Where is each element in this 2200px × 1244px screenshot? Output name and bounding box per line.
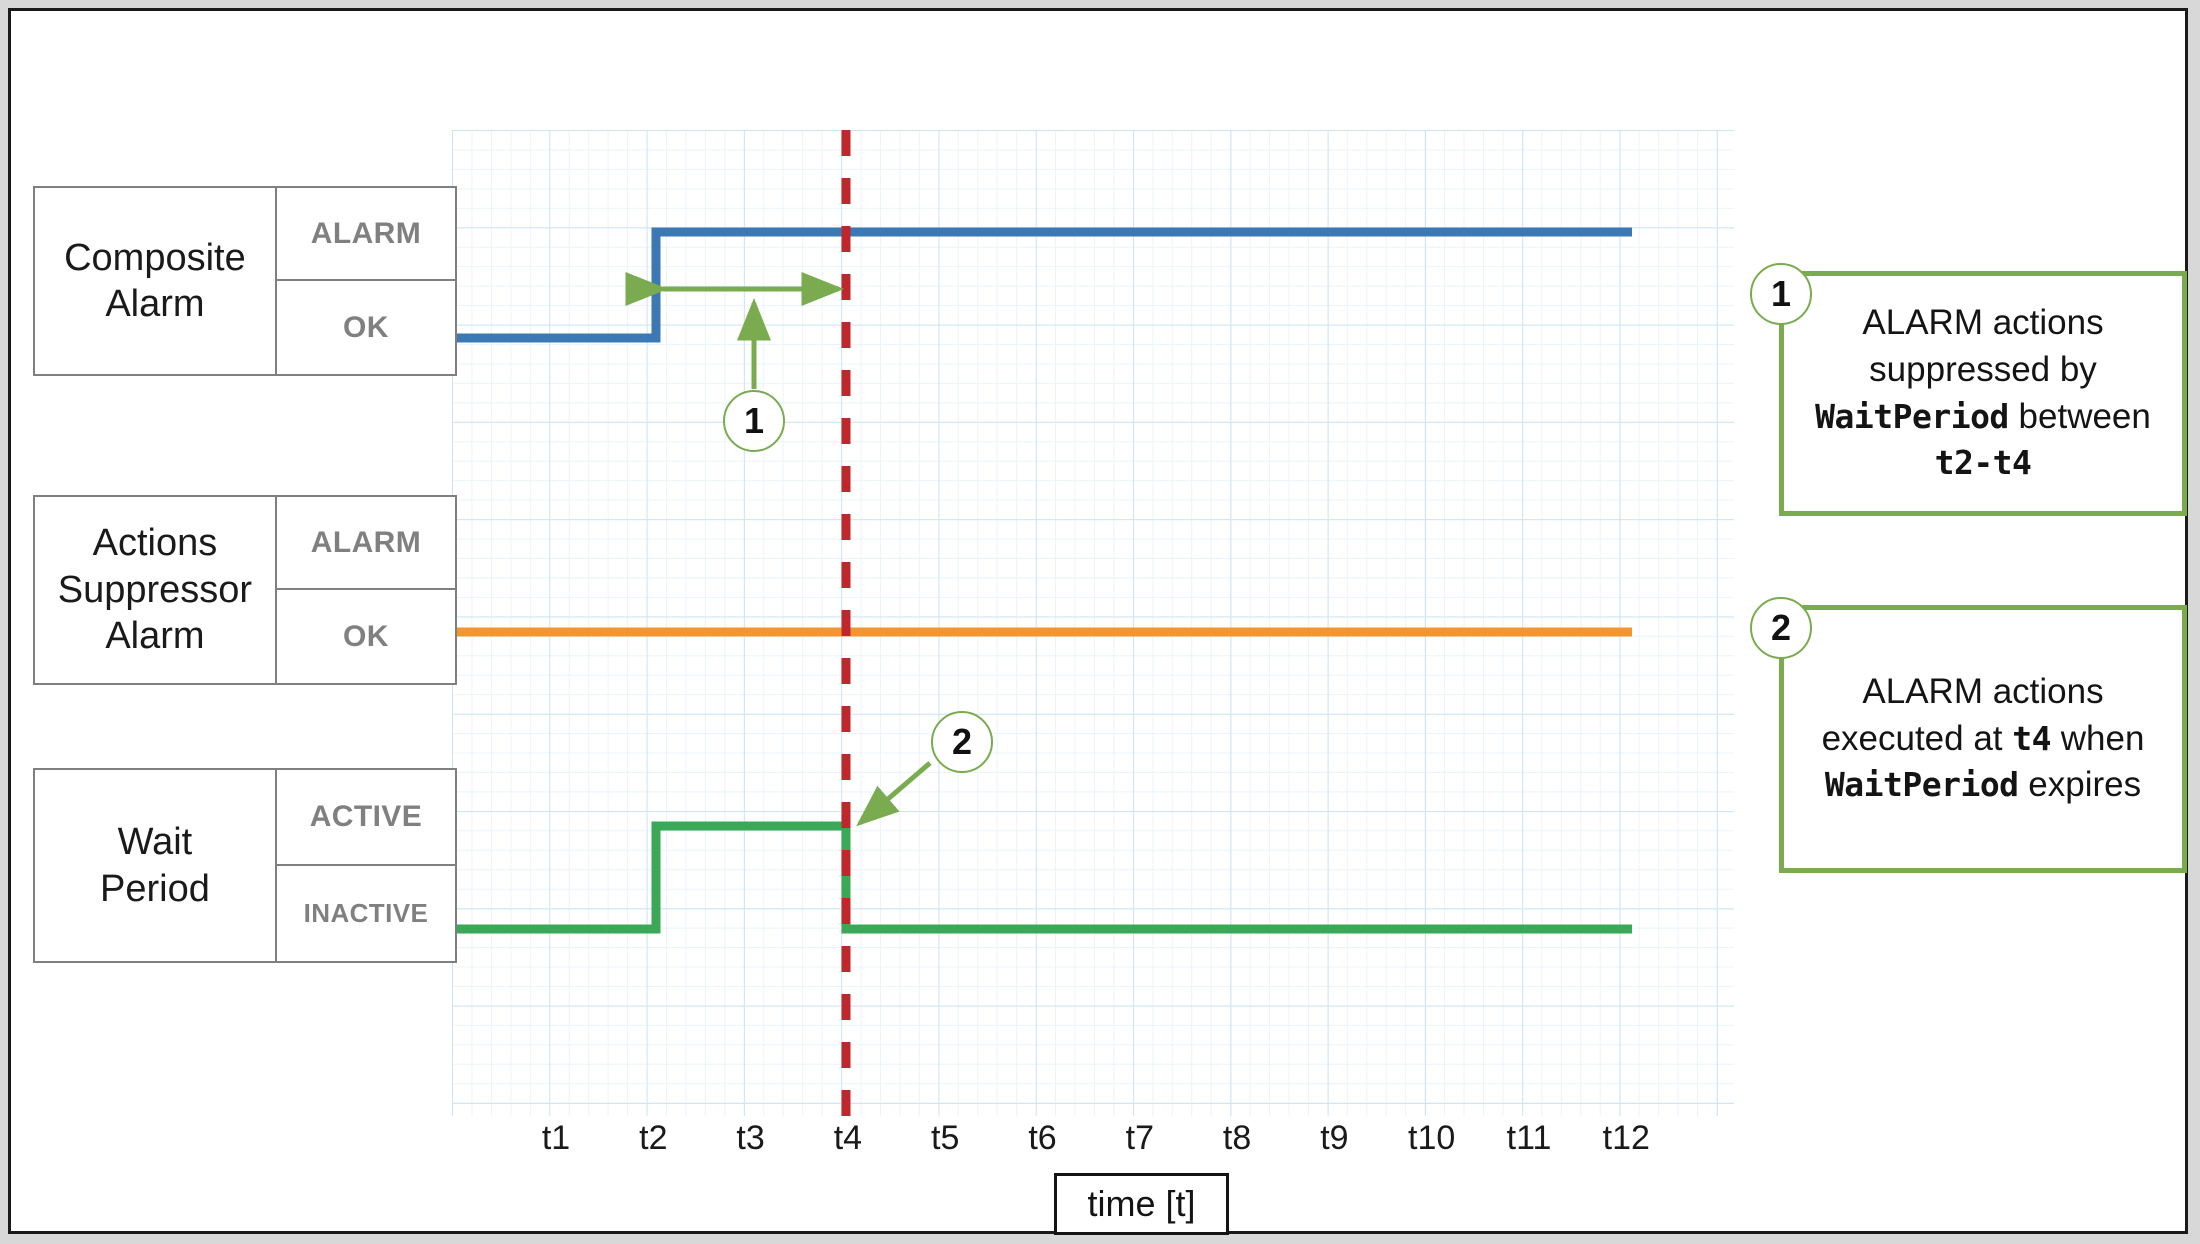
- wait-period-name-line1: Wait: [117, 821, 193, 864]
- composite-alarm-name-line2: Alarm: [105, 283, 205, 325]
- wait-period-states: ACTIVE INACTIVE: [276, 770, 455, 961]
- callout-code-token: t4: [2012, 718, 2052, 758]
- plot-badge-1: 1: [723, 390, 785, 452]
- callout-plain-token: ALARM actions suppressed by: [1862, 302, 2104, 389]
- diagram-frame: Composite Alarm ALARM OK Actions Suppres…: [8, 8, 2188, 1235]
- x-tick-t7: t7: [1125, 1119, 1154, 1157]
- callout-code-token: WaitPeriod: [1824, 765, 2019, 805]
- callout-2-badge: 2: [1750, 597, 1812, 659]
- callout-plain-token: between: [2008, 396, 2151, 436]
- x-tick-t6: t6: [1028, 1119, 1057, 1157]
- callout-2-text: ALARM actions executed at t4 when WaitPe…: [1804, 669, 2162, 810]
- suppressor-state-ok: OK: [343, 619, 389, 653]
- composite-alarm-states: ALARM OK: [276, 188, 455, 374]
- suppressor-name-line1: Actions: [92, 522, 218, 565]
- callout-plain-token: expires: [2018, 765, 2142, 805]
- x-tick-t12: t12: [1602, 1119, 1650, 1157]
- x-tick-t3: t3: [736, 1119, 765, 1157]
- plot-badge-2: 2: [931, 711, 993, 773]
- x-tick-t10: t10: [1408, 1119, 1456, 1157]
- row-label-wait-period: Wait Period ACTIVE INACTIVE: [33, 768, 457, 963]
- wait-period-state-inactive: INACTIVE: [303, 897, 429, 928]
- callout-1-box: ALARM actions suppressed by WaitPeriod b…: [1779, 271, 2187, 516]
- callout-1-text: ALARM actions suppressed by WaitPeriod b…: [1804, 300, 2162, 488]
- suppressor-name-line2: Suppressor: [57, 568, 253, 611]
- x-axis-title-box: time [t]: [1054, 1173, 1229, 1235]
- callout-1-badge: 1: [1750, 263, 1812, 325]
- callout-plain-token: when: [2051, 718, 2145, 758]
- x-tick-t11: t11: [1506, 1119, 1552, 1157]
- composite-alarm-state-alarm: ALARM: [276, 188, 455, 281]
- composite-alarm-name-line1: Composite: [64, 236, 246, 279]
- x-tick-t2: t2: [639, 1119, 668, 1157]
- actions-suppressor-alarm-states: ALARM OK: [276, 497, 455, 683]
- callout-2-box: ALARM actions executed at t4 when WaitPe…: [1779, 605, 2187, 873]
- callout-code-token: WaitPeriod: [1815, 396, 2009, 436]
- composite-alarm-state-ok: OK: [343, 310, 389, 344]
- row-label-actions-suppressor-alarm: Actions Suppressor Alarm ALARM OK: [33, 495, 457, 685]
- x-tick-t9: t9: [1320, 1119, 1349, 1157]
- x-tick-t4: t4: [833, 1119, 863, 1157]
- diagram-canvas: Composite Alarm ALARM OK Actions Suppres…: [11, 11, 2187, 1235]
- wait-period-name-line2: Period: [100, 867, 210, 910]
- wait-period-state-active: ACTIVE: [276, 770, 455, 866]
- callout-code-token: t2-t4: [1934, 443, 2032, 483]
- x-tick-t8: t8: [1222, 1119, 1252, 1157]
- suppressor-name-line3: Alarm: [105, 615, 205, 658]
- row-label-wait-period-name: Wait Period: [35, 770, 277, 961]
- row-label-composite-alarm-name: Composite Alarm: [35, 188, 277, 374]
- row-label-actions-suppressor-alarm-name: Actions Suppressor Alarm: [35, 497, 277, 683]
- row-label-composite-alarm: Composite Alarm ALARM OK: [33, 186, 457, 376]
- plot-grid-area: [452, 130, 1734, 1116]
- x-tick-t5: t5: [931, 1119, 960, 1157]
- x-tick-t1: t1: [541, 1119, 571, 1157]
- x-axis-tick-labels: t1 t2 t3 t4 t5 t6 t7 t8 t9 t10 t11 t12: [452, 1119, 1734, 1165]
- suppressor-state-alarm: ALARM: [276, 497, 455, 590]
